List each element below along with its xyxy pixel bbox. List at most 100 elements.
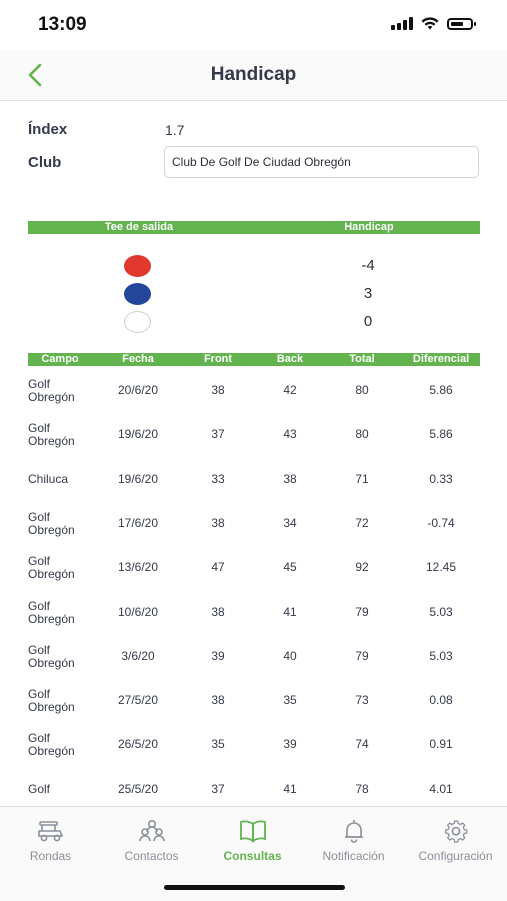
handicap-column-header: Handicap xyxy=(344,221,394,233)
table-row[interactable]: Chiluca 19/6/20 33 38 71 0.33 xyxy=(0,465,507,509)
golf-cart-icon xyxy=(37,821,63,842)
home-indicator xyxy=(164,885,345,890)
cell-campo: Golf xyxy=(28,781,51,796)
col-total-header: Total xyxy=(349,353,375,365)
page-title: Handicap xyxy=(210,64,297,85)
col-back-header: Back xyxy=(276,353,304,365)
tab-consultas[interactable]: Consultas xyxy=(202,807,303,867)
col-fecha-header: Fecha xyxy=(122,353,154,365)
tab-label: Contactos xyxy=(124,849,179,863)
navigation-bar: Handicap xyxy=(0,50,507,101)
col-front-header: Front xyxy=(203,353,233,365)
cell-fecha: 13/6/20 xyxy=(117,560,159,575)
cell-fecha: 19/6/20 xyxy=(117,427,159,442)
cell-front: 37 xyxy=(211,427,225,442)
cell-total: 72 xyxy=(355,515,369,530)
status-icons xyxy=(391,17,476,30)
cell-fecha: 20/6/20 xyxy=(117,383,159,397)
cell-front: 38 xyxy=(211,604,225,619)
cell-back: 34 xyxy=(283,515,297,530)
cell-back: 39 xyxy=(283,737,297,752)
cell-total: 92 xyxy=(355,560,369,575)
table-row[interactable]: Golf Obregón 19/6/20 37 43 80 5.86 xyxy=(0,420,507,464)
tee-red-circle-icon xyxy=(124,255,151,277)
cell-campo: Golf Obregón xyxy=(28,509,75,537)
cell-front: 47 xyxy=(211,560,225,575)
tee-handicap-value: 0 xyxy=(363,313,373,330)
cell-back: 35 xyxy=(283,693,297,708)
cell-front: 38 xyxy=(211,515,225,530)
cell-total: 79 xyxy=(355,648,369,663)
cellular-signal-icon xyxy=(391,17,413,30)
wifi-icon xyxy=(421,17,439,30)
tee-table-header: Tee de salida Handicap xyxy=(28,221,480,234)
cell-fecha: 19/6/20 xyxy=(117,471,159,486)
cell-front: 37 xyxy=(211,781,225,796)
table-row[interactable]: Golf Obregón 3/6/20 39 40 79 5.03 xyxy=(0,642,507,686)
gear-icon xyxy=(444,820,467,843)
club-label: Club xyxy=(28,154,62,171)
tab-label: Rondas xyxy=(29,849,72,863)
tab-label: Consultas xyxy=(223,849,282,863)
cell-fecha: 25/5/20 xyxy=(117,781,159,796)
cell-campo: Golf Obregón xyxy=(28,642,75,670)
cell-front: 38 xyxy=(211,383,225,397)
cell-campo: Golf Obregón xyxy=(28,421,75,449)
cell-total: 73 xyxy=(355,693,369,708)
cell-front: 33 xyxy=(211,471,225,486)
cell-diferencial: 0.33 xyxy=(429,471,453,486)
cell-front: 39 xyxy=(211,648,225,663)
tab-notificacion[interactable]: Notificación xyxy=(303,807,404,867)
status-bar: 13:09 xyxy=(0,0,507,50)
book-icon xyxy=(239,820,266,843)
col-diferencial-header: Diferencial xyxy=(412,353,470,365)
cell-total: 74 xyxy=(355,737,369,752)
table-row[interactable]: Golf Obregón 17/6/20 38 34 72 -0.74 xyxy=(0,509,507,553)
club-field[interactable]: Club De Golf De Ciudad Obregón xyxy=(164,146,479,178)
contacts-icon xyxy=(138,819,165,842)
battery-icon xyxy=(447,17,476,30)
cell-campo: Golf Obregón xyxy=(28,687,75,715)
cell-total: 71 xyxy=(355,471,369,486)
cell-campo: Golf Obregón xyxy=(28,554,75,582)
table-row[interactable]: Golf Obregón 10/6/20 38 41 79 5.03 xyxy=(0,598,507,642)
tee-handicap-value: 3 xyxy=(363,285,373,302)
cell-front: 38 xyxy=(211,693,225,708)
tee-handicap-value: -4 xyxy=(361,257,375,274)
cell-total: 78 xyxy=(355,781,369,796)
cell-back: 40 xyxy=(283,648,297,663)
table-row[interactable]: Golf Obregón 26/5/20 35 39 74 0.91 xyxy=(0,730,507,774)
table-row[interactable]: Golf Obregón 13/6/20 47 45 92 12.45 xyxy=(0,553,507,597)
tab-label: Notificación xyxy=(322,849,385,863)
status-time: 13:09 xyxy=(38,14,87,35)
table-row[interactable]: Golf Obregón 20/6/20 38 42 80 5.86 xyxy=(0,376,507,420)
table-row[interactable]: Golf 25/5/20 37 41 78 4.01 xyxy=(0,775,507,806)
cell-back: 45 xyxy=(283,560,297,575)
cell-back: 41 xyxy=(283,781,297,796)
col-campo-header: Campo xyxy=(41,353,79,365)
cell-back: 38 xyxy=(283,471,297,486)
cell-fecha: 26/5/20 xyxy=(117,737,159,752)
cell-fecha: 10/6/20 xyxy=(117,604,159,619)
tab-configuracion[interactable]: Configuración xyxy=(404,807,507,867)
cell-diferencial: 4.01 xyxy=(429,781,453,796)
cell-back: 43 xyxy=(283,427,297,442)
cell-campo: Golf Obregón xyxy=(28,377,75,404)
tee-white-circle-icon xyxy=(124,311,151,333)
cell-total: 80 xyxy=(355,383,369,397)
tab-label: Configuración xyxy=(418,849,493,863)
cell-campo: Golf Obregón xyxy=(28,731,75,759)
rounds-table-header: Campo Fecha Front Back Total Diferencial xyxy=(28,353,480,366)
cell-back: 42 xyxy=(283,383,297,397)
cell-diferencial: 5.86 xyxy=(429,383,453,397)
tab-rondas[interactable]: Rondas xyxy=(0,807,101,867)
cell-diferencial: 5.03 xyxy=(429,604,453,619)
bell-icon xyxy=(344,820,363,843)
cell-total: 80 xyxy=(355,427,369,442)
cell-diferencial: 0.91 xyxy=(429,737,453,752)
tab-contactos[interactable]: Contactos xyxy=(101,807,202,867)
table-row[interactable]: Golf Obregón 27/5/20 38 35 73 0.08 xyxy=(0,686,507,730)
index-value: 1.7 xyxy=(165,122,185,138)
index-label: Índex xyxy=(28,121,68,138)
cell-back: 41 xyxy=(283,604,297,619)
